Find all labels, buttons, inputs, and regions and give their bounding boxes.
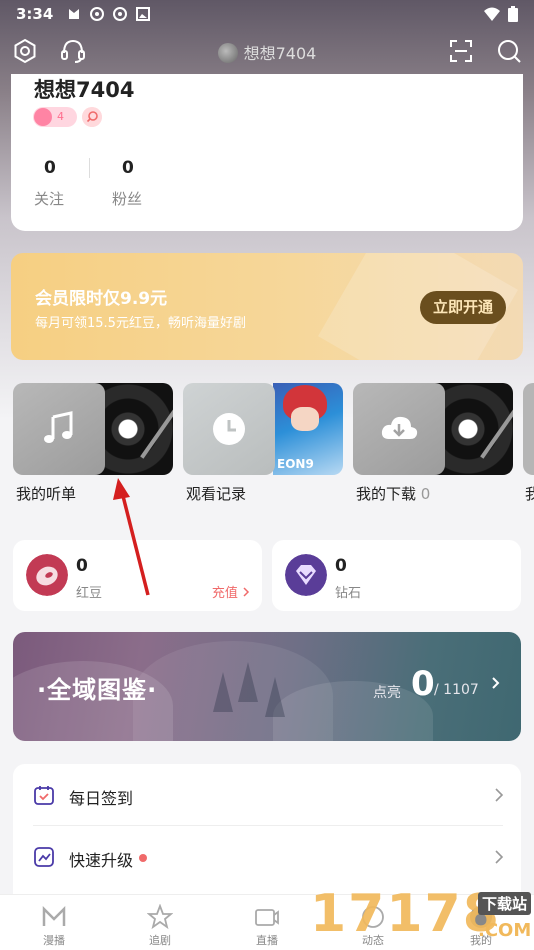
watch-history-label[interactable]: 观看记录 xyxy=(186,483,246,504)
watermark-domain: .COM xyxy=(478,920,532,941)
chevron-right-icon xyxy=(495,788,504,802)
tab-drama-label: 追剧 xyxy=(149,934,171,947)
cloud-download-icon xyxy=(381,416,418,439)
cover-face xyxy=(291,407,319,431)
mountain-shape-3 xyxy=(273,681,433,741)
settings-notification-icon-2 xyxy=(113,7,128,21)
following-label[interactable]: 关注 xyxy=(34,188,64,209)
tree-shape xyxy=(213,672,233,712)
tab-manbo[interactable]: 漫播 xyxy=(9,895,99,950)
fans-count[interactable]: 0 xyxy=(122,158,134,178)
red-bean-label: 红豆 xyxy=(76,586,103,601)
chevron-right-icon xyxy=(495,850,504,864)
vip-subtitle: 每月可领15.5元红豆，畅听海量好剧 xyxy=(35,316,246,331)
diamond-icon xyxy=(285,554,327,596)
my-downloads-count: 0 xyxy=(420,485,431,503)
tree-shape-3 xyxy=(265,677,285,717)
chevron-right-icon xyxy=(492,677,500,689)
atlas-total: / 1107 xyxy=(434,682,479,698)
level-badge[interactable]: 4 xyxy=(33,107,77,127)
search-badge-icon[interactable] xyxy=(82,107,102,127)
settings-notification-icon xyxy=(90,7,105,21)
history-cover-art: EON9 xyxy=(273,383,343,475)
watermark-digits: 17178 xyxy=(310,884,501,944)
red-bean-count: 0 xyxy=(76,556,88,576)
profile-card: 想想7404 4 0 关注 0 粉丝 xyxy=(11,74,523,231)
search-icon[interactable] xyxy=(496,38,522,64)
cover-art-text: EON9 xyxy=(277,457,314,471)
recharge-link[interactable]: 充值 xyxy=(212,582,250,601)
vip-open-button[interactable]: 立即开通 xyxy=(420,291,506,324)
nav-username: 想想7404 xyxy=(243,44,317,63)
my-playlist-label[interactable]: 我的听单 xyxy=(16,483,76,504)
manbo-logo-icon xyxy=(42,905,66,926)
battery-icon xyxy=(508,6,518,22)
atlas-light-label: 点亮 xyxy=(373,685,401,701)
fans-label[interactable]: 粉丝 xyxy=(112,188,142,209)
image-notification-icon xyxy=(136,7,151,21)
tab-manbo-label: 漫播 xyxy=(43,934,65,947)
vip-banner[interactable]: 会员限时仅9.9元 每月可领15.5元红豆，畅听海量好剧 立即开通 xyxy=(11,253,523,360)
more-entry-partial[interactable] xyxy=(523,383,534,475)
following-count[interactable]: 0 xyxy=(44,158,56,178)
trend-up-icon xyxy=(34,847,54,867)
scan-icon[interactable] xyxy=(448,38,474,64)
diamond-count: 0 xyxy=(335,556,347,576)
wifi-icon xyxy=(484,7,500,21)
tab-live[interactable]: 直播 xyxy=(222,895,312,950)
diamond-card[interactable]: 0 钻石 xyxy=(272,540,521,611)
diamond-label: 钻石 xyxy=(335,586,362,601)
vip-title: 会员限时仅9.9元 xyxy=(35,289,168,309)
star-icon xyxy=(147,904,173,930)
nav-avatar xyxy=(217,43,238,63)
new-dot-badge xyxy=(139,854,147,862)
atlas-banner[interactable]: ·全域图鉴· 点亮 0 / 1107 xyxy=(13,632,521,741)
tree-shape-2 xyxy=(238,662,258,702)
live-tv-icon xyxy=(255,909,279,926)
watermark-site: 下载站 xyxy=(478,892,532,915)
chevron-right-icon xyxy=(243,587,250,597)
watch-history-entry[interactable]: EON9 xyxy=(183,383,343,475)
recharge-text: 充值 xyxy=(211,586,238,601)
atlas-title: ·全域图鉴· xyxy=(37,676,158,704)
my-downloads-text: 我的下载 xyxy=(356,485,417,503)
status-time: 3:34 xyxy=(16,5,54,23)
red-bean-card[interactable]: 0 红豆 充值 xyxy=(13,540,262,611)
my-downloads-entry[interactable] xyxy=(353,383,513,475)
level-face-icon xyxy=(34,108,52,126)
red-bean-icon xyxy=(26,554,68,596)
menu-quick-upgrade[interactable]: 快速升级 xyxy=(13,826,521,888)
menu-daily-checkin[interactable]: 每日签到 xyxy=(13,764,521,826)
calendar-check-icon xyxy=(34,786,54,805)
menu-quick-upgrade-label: 快速升级 xyxy=(69,851,134,870)
menu-daily-checkin-label: 每日签到 xyxy=(69,789,134,808)
music-note-icon xyxy=(44,411,73,443)
stat-divider xyxy=(89,158,90,178)
profile-username[interactable]: 想想7404 xyxy=(34,74,134,104)
atlas-lit-count: 0 xyxy=(411,664,435,704)
tab-live-label: 直播 xyxy=(256,934,278,947)
my-downloads-label[interactable]: 我的下载 0 xyxy=(356,483,430,504)
status-bar: 3:34 xyxy=(0,0,534,28)
my-playlist-entry[interactable] xyxy=(13,383,173,475)
clock-icon xyxy=(213,413,245,445)
app-notification-icon xyxy=(69,9,80,19)
site-watermark: 17178 下载站 .COM xyxy=(308,882,534,950)
status-right-icons xyxy=(484,6,518,22)
top-nav: 想想7404 xyxy=(0,28,534,74)
more-entry-label[interactable]: 我 xyxy=(525,483,534,504)
level-number: 4 xyxy=(57,110,64,123)
tab-drama[interactable]: 追剧 xyxy=(115,895,205,950)
